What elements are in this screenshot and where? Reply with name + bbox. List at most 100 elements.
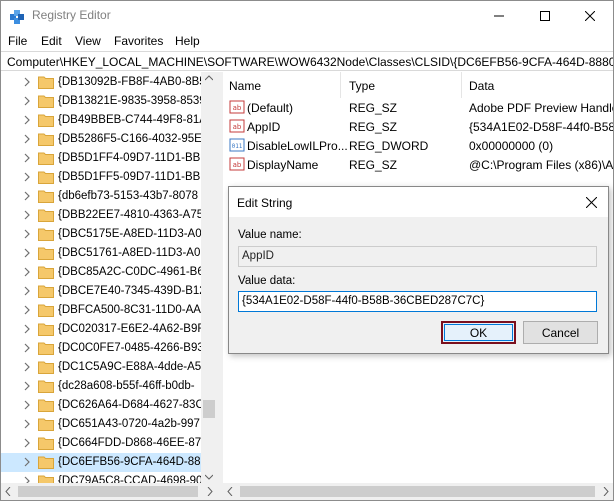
tree-hscroll-thumb[interactable] (18, 486, 198, 497)
column-divider[interactable] (461, 72, 462, 98)
maximize-button[interactable] (522, 1, 568, 31)
menu-edit[interactable]: Edit (41, 34, 62, 48)
column-name[interactable]: Name (229, 79, 261, 93)
tree-item[interactable]: {DC6EFB56-9CFA-464D-888 (1, 453, 207, 472)
dialog-close-button[interactable] (578, 190, 604, 214)
folder-icon (38, 380, 54, 393)
value-row[interactable]: ab DisplayName REG_SZ @C:\Program Files (x8… (223, 155, 613, 174)
tree-item[interactable]: {DB5D1FF5-09D7-11D1-BB1 (1, 168, 207, 187)
scroll-right-icon[interactable] (207, 487, 213, 496)
chevron-right-icon[interactable] (22, 305, 32, 315)
chevron-right-icon[interactable] (22, 400, 32, 410)
tree-item[interactable]: {DB49BBEB-C744-49F8-81A (1, 111, 207, 130)
value-name: (Default) (247, 101, 294, 115)
chevron-right-icon[interactable] (22, 115, 32, 125)
chevron-right-icon[interactable] (22, 210, 32, 220)
tree-scroll-thumb[interactable] (203, 400, 215, 418)
chevron-right-icon[interactable] (22, 343, 32, 353)
chevron-right-icon[interactable] (22, 77, 32, 87)
chevron-right-icon[interactable] (22, 476, 32, 483)
tree-item[interactable]: {DB5286F5-C166-4032-95E2 (1, 130, 208, 149)
list-header: Name Type Data (223, 72, 613, 98)
dialog-title-bar[interactable]: Edit String (229, 187, 608, 217)
tree-item[interactable]: {DC626A64-D684-4627-83C (1, 396, 204, 415)
tree-item[interactable]: {DBFCA500-8C31-11D0-AA (1, 301, 201, 320)
folder-icon (38, 171, 54, 184)
chevron-right-icon[interactable] (22, 419, 32, 429)
folder-icon (38, 285, 54, 298)
value-name: AppID (247, 120, 281, 134)
scroll-up-icon[interactable] (205, 75, 213, 81)
address-bar[interactable]: Computer\HKEY_LOCAL_MACHINE\SOFTWARE\WOW… (1, 51, 613, 71)
folder-icon (38, 456, 54, 469)
chevron-right-icon[interactable] (22, 267, 32, 277)
close-window-button[interactable] (567, 1, 613, 31)
tree-item[interactable]: {DBC85A2C-C0DC-4961-B6 (1, 263, 204, 282)
tree-item[interactable]: {DC664FDD-D868-46EE-878 (1, 434, 208, 453)
list-horizontal-scrollbar[interactable] (223, 483, 613, 500)
chevron-right-icon[interactable] (22, 362, 32, 372)
column-type[interactable]: Type (349, 79, 375, 93)
value-data-text[interactable]: {534A1E02-D58F-44f0-B58B-36CBED287C7C} (242, 295, 485, 307)
tree-vertical-scrollbar[interactable] (201, 72, 217, 483)
value-row[interactable]: ab AppID REG_SZ {534A1E02-D58F-44f0-B58B (223, 117, 613, 136)
value-row[interactable]: 011 DisableLowILPro... REG_DWORD 0x00000000… (223, 136, 613, 155)
menu-view[interactable]: View (75, 34, 101, 48)
chevron-right-icon[interactable] (22, 96, 32, 106)
minimize-button[interactable] (476, 1, 522, 31)
scroll-left-icon[interactable] (227, 487, 233, 496)
tree-item[interactable]: {DBC5175E-A8ED-11D3-A0 (1, 225, 202, 244)
tree-item-label: {DB13821E-9835-3958-8539 (58, 95, 206, 107)
tree-item[interactable]: {DC651A43-0720-4a2b-997 (1, 415, 201, 434)
tree-item[interactable]: {DBCE7E40-7345-439D-B12 (1, 282, 206, 301)
menu-bar: File Edit View Favorites Help (1, 31, 613, 51)
scroll-right-icon[interactable] (603, 487, 609, 496)
tree-item[interactable]: {DBC51761-A8ED-11D3-A0 (1, 244, 201, 263)
folder-icon (38, 266, 54, 279)
folder-icon (38, 361, 54, 374)
chevron-right-icon[interactable] (22, 324, 32, 334)
cancel-button[interactable]: Cancel (523, 321, 598, 344)
tree-horizontal-scrollbar[interactable] (1, 483, 217, 500)
column-divider[interactable] (340, 72, 341, 98)
tree-item[interactable]: {DBB22EE7-4810-4363-A75E (1, 206, 211, 225)
list-hscroll-thumb[interactable] (240, 486, 595, 497)
address-path[interactable]: Computer\HKEY_LOCAL_MACHINE\SOFTWARE\WOW… (7, 55, 613, 69)
chevron-right-icon[interactable] (22, 134, 32, 144)
tree-item[interactable]: {DC79A5C8-CCAD-4698-90 (1, 472, 203, 483)
chevron-right-icon[interactable] (22, 153, 32, 163)
tree-item-label: {DC79A5C8-CCAD-4698-90 (58, 475, 203, 483)
tree-item-label: {DC664FDD-D868-46EE-878 (58, 437, 208, 449)
ok-button[interactable]: OK (441, 321, 516, 344)
chevron-right-icon[interactable] (22, 457, 32, 467)
value-row[interactable]: ab (Default) REG_SZ Adobe PDF Preview Handl… (223, 98, 613, 117)
chevron-right-icon[interactable] (22, 438, 32, 448)
tree-item[interactable]: {dc28a608-b55f-46ff-b0db- (1, 377, 201, 396)
tree-item[interactable]: {DC0C0FE7-0485-4266-B93 (1, 339, 204, 358)
tree-item-label: {DC0C0FE7-0485-4266-B93 (58, 342, 204, 354)
chevron-right-icon[interactable] (22, 286, 32, 296)
chevron-right-icon[interactable] (22, 229, 32, 239)
tree-item[interactable]: {DB13821E-9835-3958-8539 (1, 92, 206, 111)
menu-file[interactable]: File (8, 34, 27, 48)
scroll-left-icon[interactable] (5, 487, 11, 496)
chevron-right-icon[interactable] (22, 172, 32, 182)
key-tree[interactable]: {DB13092B-FB8F-4AB0-8B5 {DB13821E-9835-39… (1, 72, 217, 483)
tree-item[interactable]: {DC020317-E6E2-4A62-B9F (1, 320, 204, 339)
scroll-down-icon[interactable] (205, 474, 213, 480)
chevron-right-icon[interactable] (22, 248, 32, 258)
menu-help[interactable]: Help (175, 34, 200, 48)
tree-item[interactable]: {DB5D1FF4-09D7-11D1-BB1 (1, 149, 207, 168)
folder-icon (38, 209, 54, 222)
menu-favorites[interactable]: Favorites (114, 34, 163, 48)
tree-item[interactable]: {DC1C5A9C-E88A-4dde-A5 (1, 358, 201, 377)
column-data[interactable]: Data (469, 79, 494, 93)
chevron-right-icon[interactable] (22, 381, 32, 391)
chevron-right-icon[interactable] (22, 191, 32, 201)
value-data-input[interactable]: {534A1E02-D58F-44f0-B58B-36CBED287C7C} (238, 291, 597, 312)
value-name: DisableLowILPro... (247, 139, 348, 153)
tree-item[interactable]: {DB13092B-FB8F-4AB0-8B5 (1, 73, 206, 92)
title-bar[interactable]: Registry Editor (1, 1, 613, 31)
tree-item[interactable]: {db6efb73-5153-43b7-8078 (1, 187, 201, 206)
value-data: Adobe PDF Preview Handle (469, 101, 613, 115)
